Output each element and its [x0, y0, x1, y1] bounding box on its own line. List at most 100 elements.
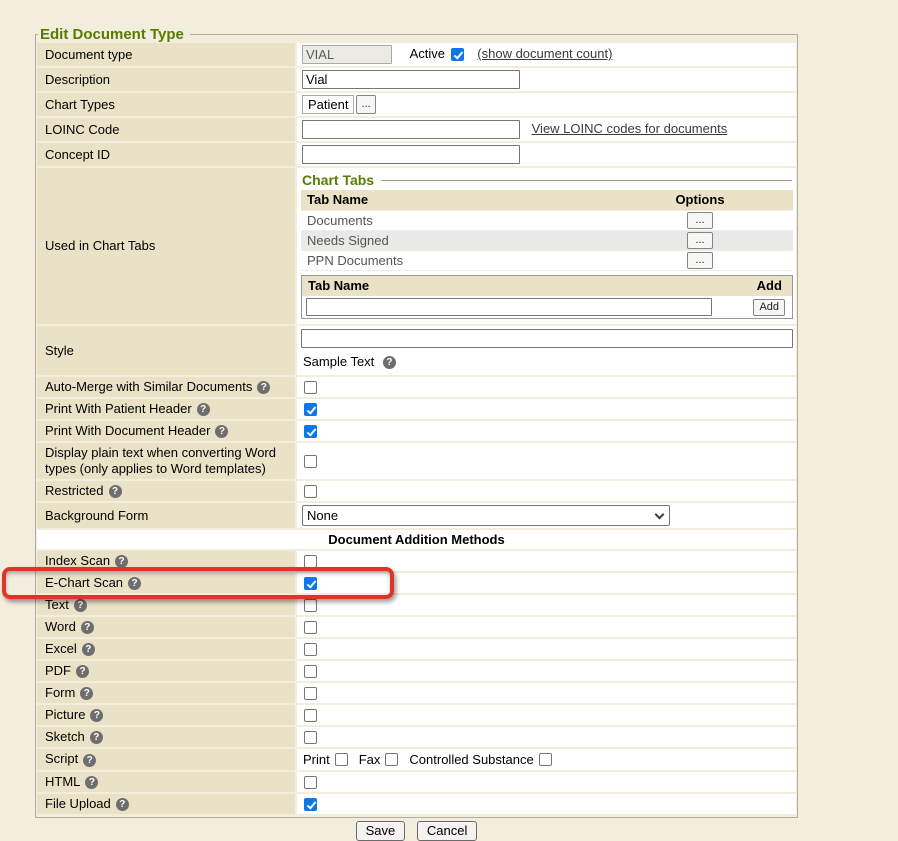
sketch-checkbox[interactable] [304, 731, 317, 744]
cancel-button[interactable]: Cancel [417, 821, 477, 841]
used-in-chart-tabs-value: Chart Tabs Tab Name Options Documents...… [297, 168, 796, 326]
label-text: E-Chart Scan [45, 575, 123, 590]
row-file-upload: File Upload? [37, 794, 796, 816]
loinc-code-label: LOINC Code [37, 118, 297, 143]
restricted-checkbox[interactable] [304, 485, 317, 498]
document-type-label: Document type [37, 43, 297, 68]
sketch-value [297, 727, 796, 749]
active-checkbox[interactable] [451, 48, 464, 61]
view-loinc-codes-link[interactable]: View LOINC codes for documents [532, 121, 728, 136]
e-chart-scan-checkbox[interactable] [304, 577, 317, 590]
html-checkbox[interactable] [304, 776, 317, 789]
excel-value [297, 639, 796, 661]
help-icon[interactable]: ? [116, 798, 129, 811]
loinc-code-input[interactable] [302, 120, 520, 139]
help-icon[interactable]: ? [83, 754, 96, 767]
restricted-label: Restricted? [37, 481, 297, 503]
tab-options-button[interactable]: ... [687, 252, 713, 269]
help-icon[interactable]: ? [80, 687, 93, 700]
description-input[interactable] [302, 70, 520, 89]
file-upload-checkbox[interactable] [304, 798, 317, 811]
help-icon[interactable]: ? [74, 599, 87, 612]
row-print-with-document-header: Print With Document Header? [37, 421, 796, 443]
form-legend: Edit Document Type [38, 26, 190, 43]
row-used-in-chart-tabs: Used in Chart Tabs Chart Tabs Tab Name O… [37, 168, 796, 326]
help-icon[interactable]: ? [76, 665, 89, 678]
label-text: Restricted [45, 483, 104, 498]
row-sketch: Sketch? [37, 727, 796, 749]
background-form-label: Background Form [37, 503, 297, 530]
row-section-header: Document Addition Methods [37, 530, 796, 551]
print-with-document-header-checkbox[interactable] [304, 425, 317, 438]
help-icon[interactable]: ? [197, 403, 210, 416]
concept-id-input[interactable] [302, 145, 520, 164]
chart-types-label: Chart Types [37, 93, 297, 118]
html-value [297, 772, 796, 794]
options-column-header: Options [607, 190, 793, 211]
background-form-select[interactable]: None [302, 505, 670, 526]
help-icon[interactable]: ? [90, 709, 103, 722]
form-checkbox[interactable] [304, 687, 317, 700]
label-text: Form [45, 685, 75, 700]
text-checkbox[interactable] [304, 599, 317, 612]
auto-merge-checkbox[interactable] [304, 381, 317, 394]
script-fax-checkbox[interactable] [385, 753, 398, 766]
help-icon[interactable]: ? [115, 555, 128, 568]
file-upload-value [297, 794, 796, 816]
tab-options-button[interactable]: ... [687, 232, 713, 249]
document-type-input[interactable] [302, 45, 392, 64]
help-icon[interactable]: ? [90, 731, 103, 744]
add-tab-button-cell: Add [747, 296, 793, 319]
html-label: HTML? [37, 772, 297, 794]
sample-text-label: Sample Text [303, 354, 374, 369]
edit-document-type-form: Edit Document Type Document type Active … [35, 26, 798, 818]
chart-tab-row-ppn-documents: PPN Documents... [301, 251, 793, 271]
loinc-code-value: View LOINC codes for documents [297, 118, 796, 143]
e-chart-scan-value [297, 573, 796, 595]
help-icon[interactable]: ? [81, 621, 94, 634]
row-excel: Excel? [37, 639, 796, 661]
print-with-patient-header-checkbox[interactable] [304, 403, 317, 416]
help-icon[interactable]: ? [109, 485, 122, 498]
add-column-header: Add [747, 276, 793, 297]
new-tab-name-input[interactable] [306, 298, 712, 316]
label-text: HTML [45, 774, 80, 789]
picture-checkbox[interactable] [304, 709, 317, 722]
help-icon[interactable]: ? [128, 577, 141, 590]
chart-types-browse-button[interactable]: ... [356, 95, 375, 114]
script-label: Script? [37, 749, 297, 772]
print-with-document-header-label: Print With Document Header? [37, 421, 297, 443]
inline-label-fax: Fax [359, 752, 381, 767]
print-with-patient-header-label: Print With Patient Header? [37, 399, 297, 421]
index-scan-checkbox[interactable] [304, 555, 317, 568]
help-icon[interactable]: ? [82, 643, 95, 656]
show-document-count-link[interactable]: (show document count) [477, 46, 612, 61]
script-controlled-substance-checkbox[interactable] [539, 753, 552, 766]
help-icon[interactable]: ? [383, 356, 396, 369]
save-button[interactable]: Save [356, 821, 406, 841]
row-restricted: Restricted? [37, 481, 796, 503]
row-auto-merge: Auto-Merge with Similar Documents? [37, 377, 796, 399]
chart-tab-options-cell: ... [607, 251, 793, 271]
text-value [297, 595, 796, 617]
help-icon[interactable]: ? [257, 381, 270, 394]
excel-checkbox[interactable] [304, 643, 317, 656]
display-plain-text-checkbox[interactable] [304, 455, 317, 468]
style-input[interactable] [301, 329, 793, 348]
help-icon[interactable]: ? [215, 425, 228, 438]
script-print-checkbox[interactable] [335, 753, 348, 766]
label-text: Display plain text when converting Word … [45, 445, 276, 476]
chevron-down-icon [655, 509, 665, 519]
row-style: Style Sample Text ? [37, 326, 796, 377]
excel-label: Excel? [37, 639, 297, 661]
pdf-checkbox[interactable] [304, 665, 317, 678]
form-table: Document type Active (show document coun… [37, 43, 796, 816]
add-tab-table: Tab Name Add Add [301, 275, 793, 319]
chart-tabs-header-row: Tab Name Options [301, 190, 793, 211]
add-tab-button[interactable]: Add [753, 299, 785, 316]
tab-options-button[interactable]: ... [687, 212, 713, 229]
row-text: Text? [37, 595, 796, 617]
help-icon[interactable]: ? [85, 776, 98, 789]
word-checkbox[interactable] [304, 621, 317, 634]
label-text: PDF [45, 663, 71, 678]
